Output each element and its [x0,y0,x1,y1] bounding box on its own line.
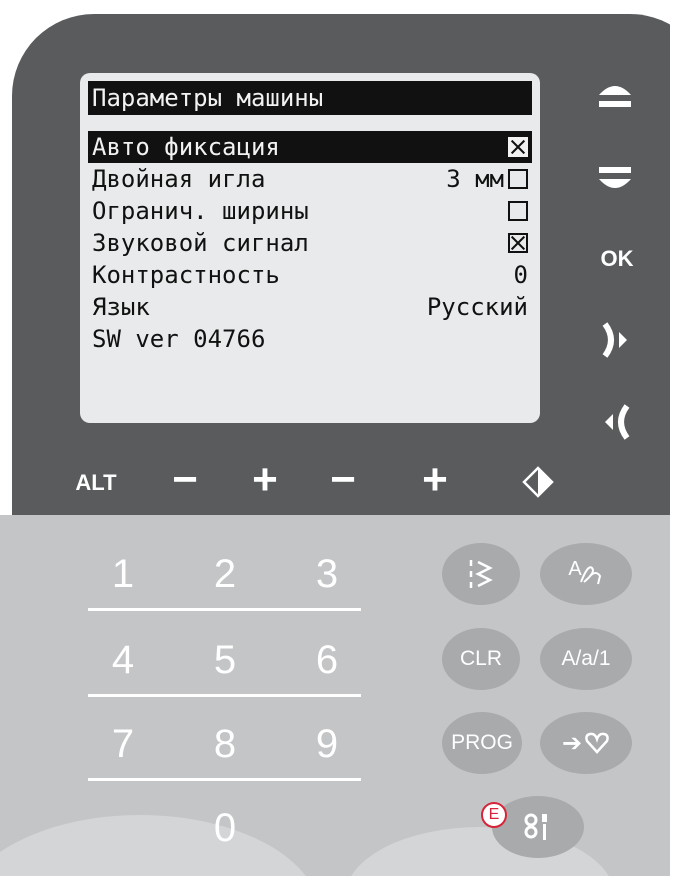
mirror-button[interactable] [518,462,558,502]
arrow-down-icon [599,167,631,188]
lcd-row-label: Звуковой сигнал [92,229,309,257]
width-minus-button[interactable]: − [160,455,210,504]
keypad-divider [88,694,361,697]
lcd-title: Параметры машины [88,81,532,115]
key-5[interactable]: 5 [190,638,260,683]
lcd-row-checkbox[interactable] [508,137,528,157]
lcd-menu-list: Авто фиксация Двойная игла 3 мм Огранич. ши… [88,131,532,355]
lcd-row-label: SW ver 04766 [92,325,266,353]
lcd-menu-row[interactable]: Огранич. ширины [88,195,532,227]
arrow-down-button[interactable] [592,160,638,196]
heart-icon [585,732,609,754]
right-bracket-icon [602,322,627,358]
lcd-row-label: Двойная игла [92,165,266,193]
right-step-button[interactable] [596,318,636,362]
key-8[interactable]: 8 [190,722,260,767]
tools-icon [524,813,547,840]
case-button[interactable]: A/a/1 [540,628,632,690]
lcd-row-right [508,201,528,221]
lcd-screen: Параметры машины Авто фиксация Двойная иг… [80,73,540,423]
keypad-divider [88,778,361,781]
panel-edge [670,0,681,876]
alt-button[interactable]: ALT [68,466,124,500]
lcd-row-label: Огранич. ширины [92,197,309,225]
clr-button[interactable]: CLR [442,628,520,690]
key-3[interactable]: 3 [292,552,362,597]
width-plus-button[interactable]: + [240,455,290,504]
lcd-row-right: Русский [427,291,528,323]
save-favorite-button[interactable]: ➔ [540,712,632,774]
arrow-right-icon: ➔ [561,729,583,757]
script-font-icon [579,566,601,585]
arrow-up-icon [599,86,631,107]
lcd-menu-row[interactable]: Звуковой сигнал [88,227,532,259]
lcd-menu-row[interactable]: SW ver 04766 [88,323,532,355]
lcd-row-right [508,233,528,253]
key-6[interactable]: 6 [292,638,362,683]
lcd-row-right: 0 [514,259,528,291]
lcd-row-value: 0 [513,261,528,289]
mirror-diamond-icon [522,466,554,498]
stitch-menu-button[interactable] [442,543,520,605]
lcd-row-checkbox[interactable] [508,233,528,253]
control-panel: Параметры машины Авто фиксация Двойная иг… [0,0,681,876]
key-1[interactable]: 1 [88,552,158,597]
length-minus-button[interactable]: − [318,455,368,504]
lcd-row-label: Язык [92,293,150,321]
lcd-menu-row[interactable]: Двойная игла 3 мм [88,163,532,195]
key-9[interactable]: 9 [292,722,362,767]
prog-button[interactable]: PROG [442,712,522,774]
lcd-row-label: Авто фиксация [92,133,280,161]
lcd-row-right [508,137,528,157]
lcd-row-checkbox[interactable] [508,201,528,221]
lcd-menu-row[interactable]: Авто фиксация [88,131,532,163]
ok-button[interactable]: OK [592,242,642,276]
lcd-row-value: 3 мм [446,165,504,193]
left-step-button[interactable] [596,400,636,444]
font-menu-button[interactable]: A [540,543,632,605]
e-badge: E [481,802,507,828]
lcd-menu-row[interactable]: Язык Русский [88,291,532,323]
stitch-icon [469,560,493,588]
length-plus-button[interactable]: + [410,455,460,504]
lcd-row-label: Контрастность [92,261,280,289]
lcd-menu-row[interactable]: Контрастность 0 [88,259,532,291]
keypad-divider [88,608,361,611]
lcd-row-right: 3 мм [446,163,528,195]
key-2[interactable]: 2 [190,552,260,597]
settings-button[interactable] [492,796,584,858]
key-4[interactable]: 4 [88,638,158,683]
lcd-row-value: Русский [426,293,528,321]
arrow-up-button[interactable] [592,80,638,116]
left-bracket-icon [605,404,630,440]
lcd-row-checkbox[interactable] [508,169,528,189]
key-0[interactable]: 0 [190,806,260,851]
key-7[interactable]: 7 [88,722,158,767]
